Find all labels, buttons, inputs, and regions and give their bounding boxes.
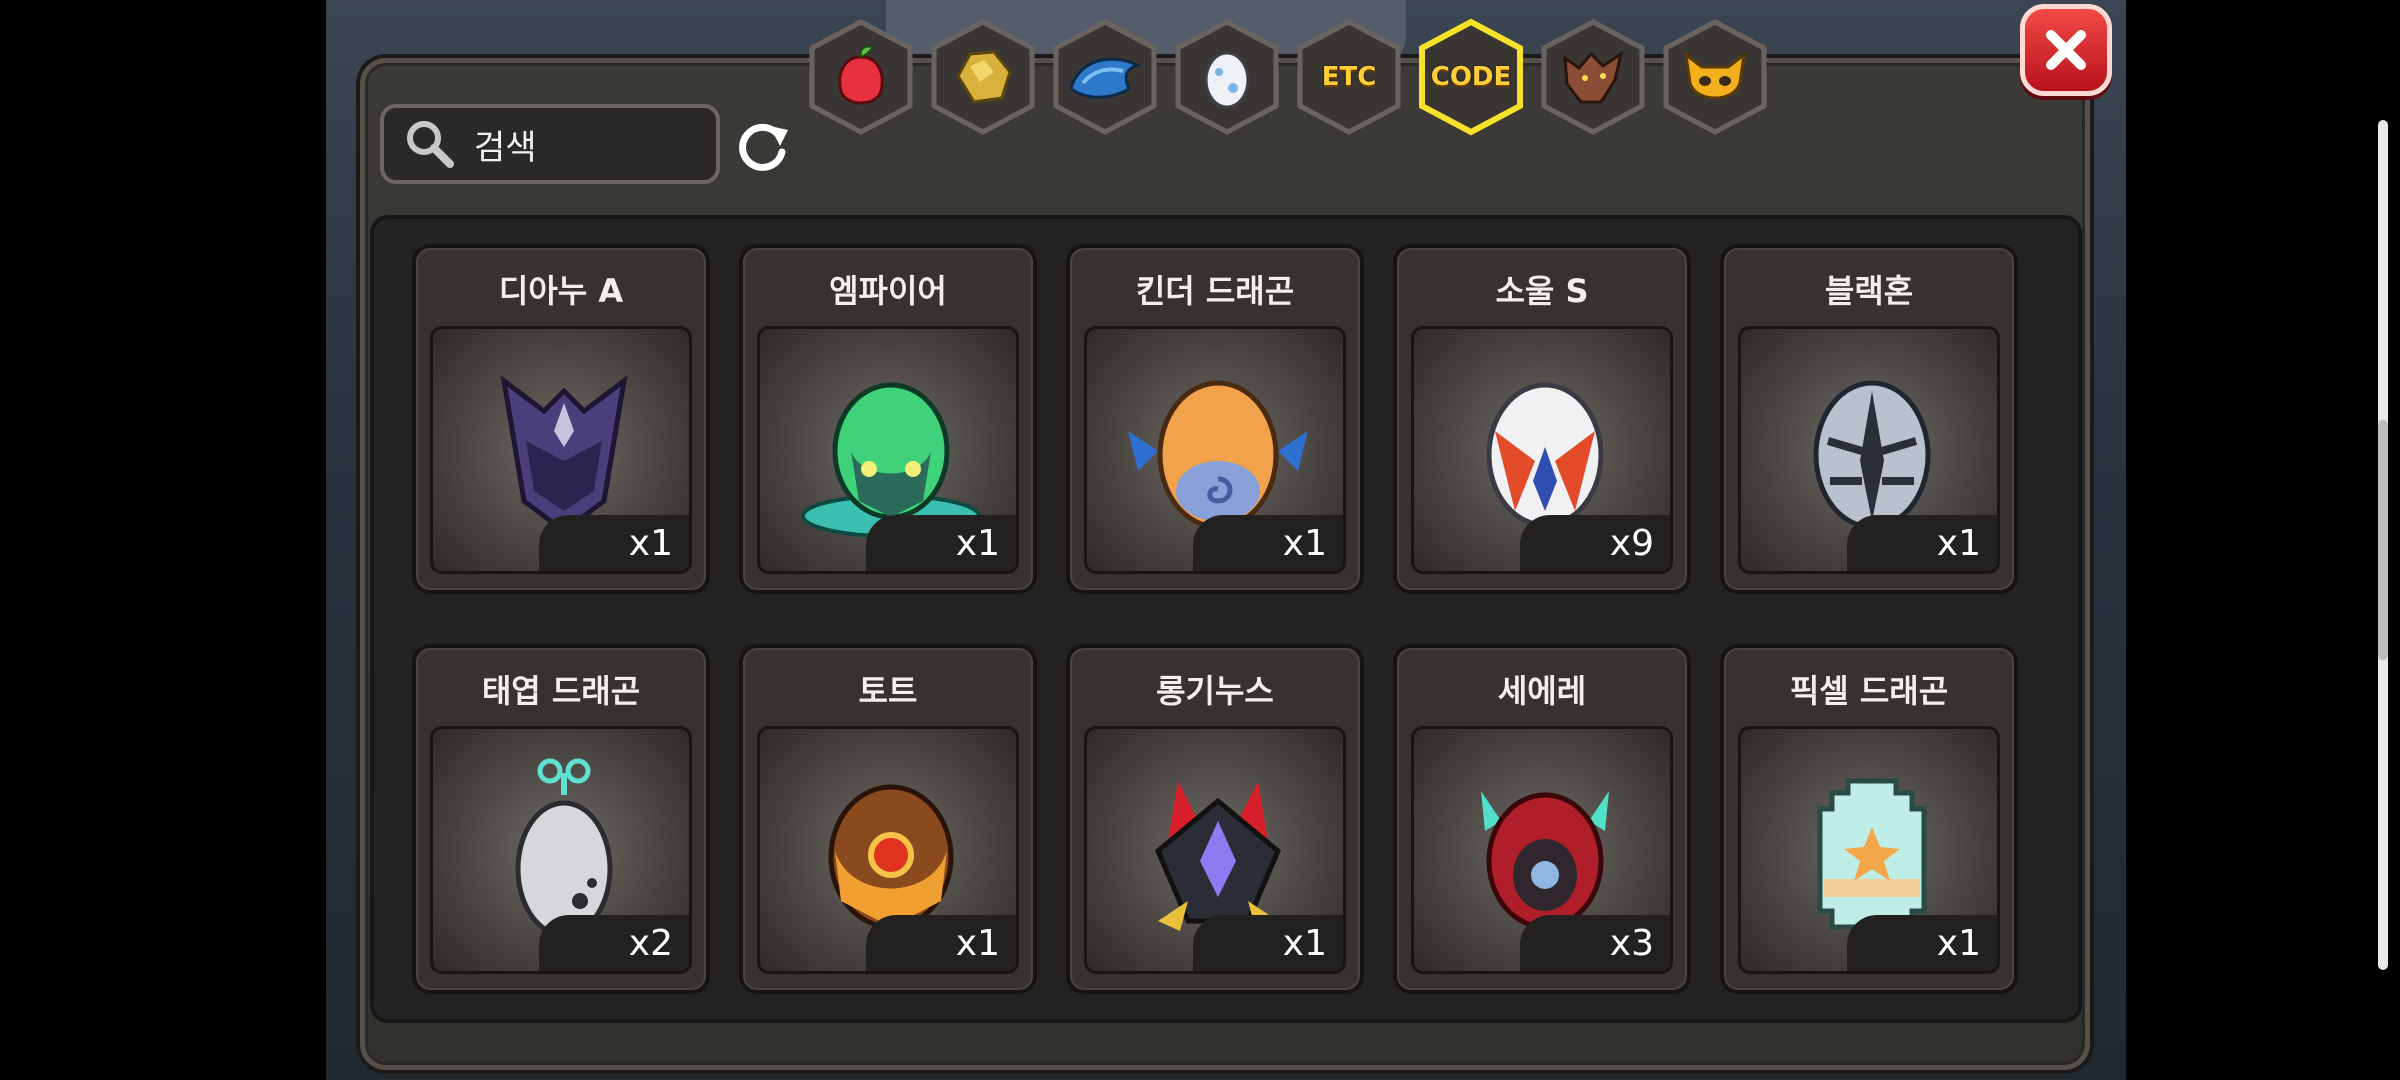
item-image-box: x1 — [1084, 326, 1346, 574]
tab-etc[interactable]: ETC — [1294, 18, 1404, 136]
item-card-kinder-dragon[interactable]: 킨더 드래곤 x1 — [1066, 244, 1364, 594]
item-quantity: x1 — [539, 515, 689, 571]
wolf-head-icon — [1563, 50, 1624, 104]
tab-goblin[interactable] — [1660, 18, 1770, 136]
item-image-box: x1 — [1084, 726, 1346, 974]
tab-wolf[interactable] — [1538, 18, 1648, 136]
item-name: 토트 — [858, 672, 918, 710]
item-image-box: x1 — [430, 326, 692, 574]
item-name: 디아누 A — [498, 272, 624, 310]
item-quantity: x1 — [1847, 515, 1997, 571]
fruit-icon — [838, 45, 884, 105]
tab-scale[interactable] — [1050, 18, 1160, 136]
blue-scale-icon — [1069, 57, 1141, 99]
item-image-box: x1 — [757, 326, 1019, 574]
item-image-box: x3 — [1411, 726, 1673, 974]
item-card-tot[interactable]: 토트 x1 — [739, 644, 1037, 994]
item-card-longinus[interactable]: 롱기누스 x1 — [1066, 644, 1364, 994]
close-icon — [2046, 30, 2086, 70]
item-quantity: x1 — [866, 515, 1016, 571]
tab-fruit[interactable] — [806, 18, 916, 136]
item-name: 킨더 드래곤 — [1135, 272, 1295, 310]
item-image-box: x1 — [1738, 726, 2000, 974]
close-button[interactable] — [2020, 4, 2112, 96]
item-card-soul-s[interactable]: 소울 S x9 — [1393, 244, 1691, 594]
item-image-box: x9 — [1411, 326, 1673, 574]
item-card-blackhorn[interactable]: 블랙혼 x1 — [1720, 244, 2018, 594]
item-name: 블랙혼 — [1824, 272, 1914, 310]
egg-icon — [1204, 51, 1250, 109]
item-quantity: x1 — [1193, 915, 1343, 971]
tab-ore[interactable] — [928, 18, 1038, 136]
item-name: 엠파이어 — [829, 272, 947, 310]
item-name: 태엽 드래곤 — [481, 672, 641, 710]
search-placeholder: 검색 — [474, 127, 537, 168]
item-card-empire[interactable]: 엠파이어 x1 — [739, 244, 1037, 594]
tab-etc-label: ETC — [1321, 62, 1377, 92]
search-icon — [407, 121, 454, 168]
item-name: 롱기누스 — [1156, 672, 1274, 710]
item-card-seere[interactable]: 세에레 x3 — [1393, 644, 1691, 994]
refresh-button[interactable] — [732, 116, 794, 178]
scrollbar-thumb[interactable] — [2378, 420, 2388, 660]
search-input[interactable]: 검색 — [380, 104, 720, 184]
item-image-box: x1 — [1738, 326, 2000, 574]
item-name: 소울 S — [1495, 272, 1589, 310]
gold-ore-icon — [956, 50, 1012, 104]
item-quantity: x1 — [1193, 515, 1343, 571]
item-name: 세에레 — [1497, 672, 1587, 710]
item-card-pixel-dragon[interactable]: 픽셀 드래곤 x1 — [1720, 644, 2018, 994]
item-card-dianu-a[interactable]: 디아누 A x1 — [412, 244, 710, 594]
goblin-face-icon — [1684, 51, 1746, 100]
item-quantity: x2 — [539, 915, 689, 971]
tab-code-label: CODE — [1430, 62, 1512, 92]
item-image-box: x1 — [757, 726, 1019, 974]
item-image-box: x2 — [430, 726, 692, 974]
item-quantity: x3 — [1520, 915, 1670, 971]
item-quantity: x1 — [1847, 915, 1997, 971]
refresh-icon — [739, 123, 788, 171]
tab-egg[interactable] — [1172, 18, 1282, 136]
item-card-clockwork-dragon[interactable]: 태엽 드래곤 x2 — [412, 644, 710, 994]
item-quantity: x9 — [1520, 515, 1670, 571]
item-name: 픽셀 드래곤 — [1789, 672, 1949, 710]
tab-code[interactable]: CODE — [1416, 18, 1526, 136]
item-quantity: x1 — [866, 915, 1016, 971]
